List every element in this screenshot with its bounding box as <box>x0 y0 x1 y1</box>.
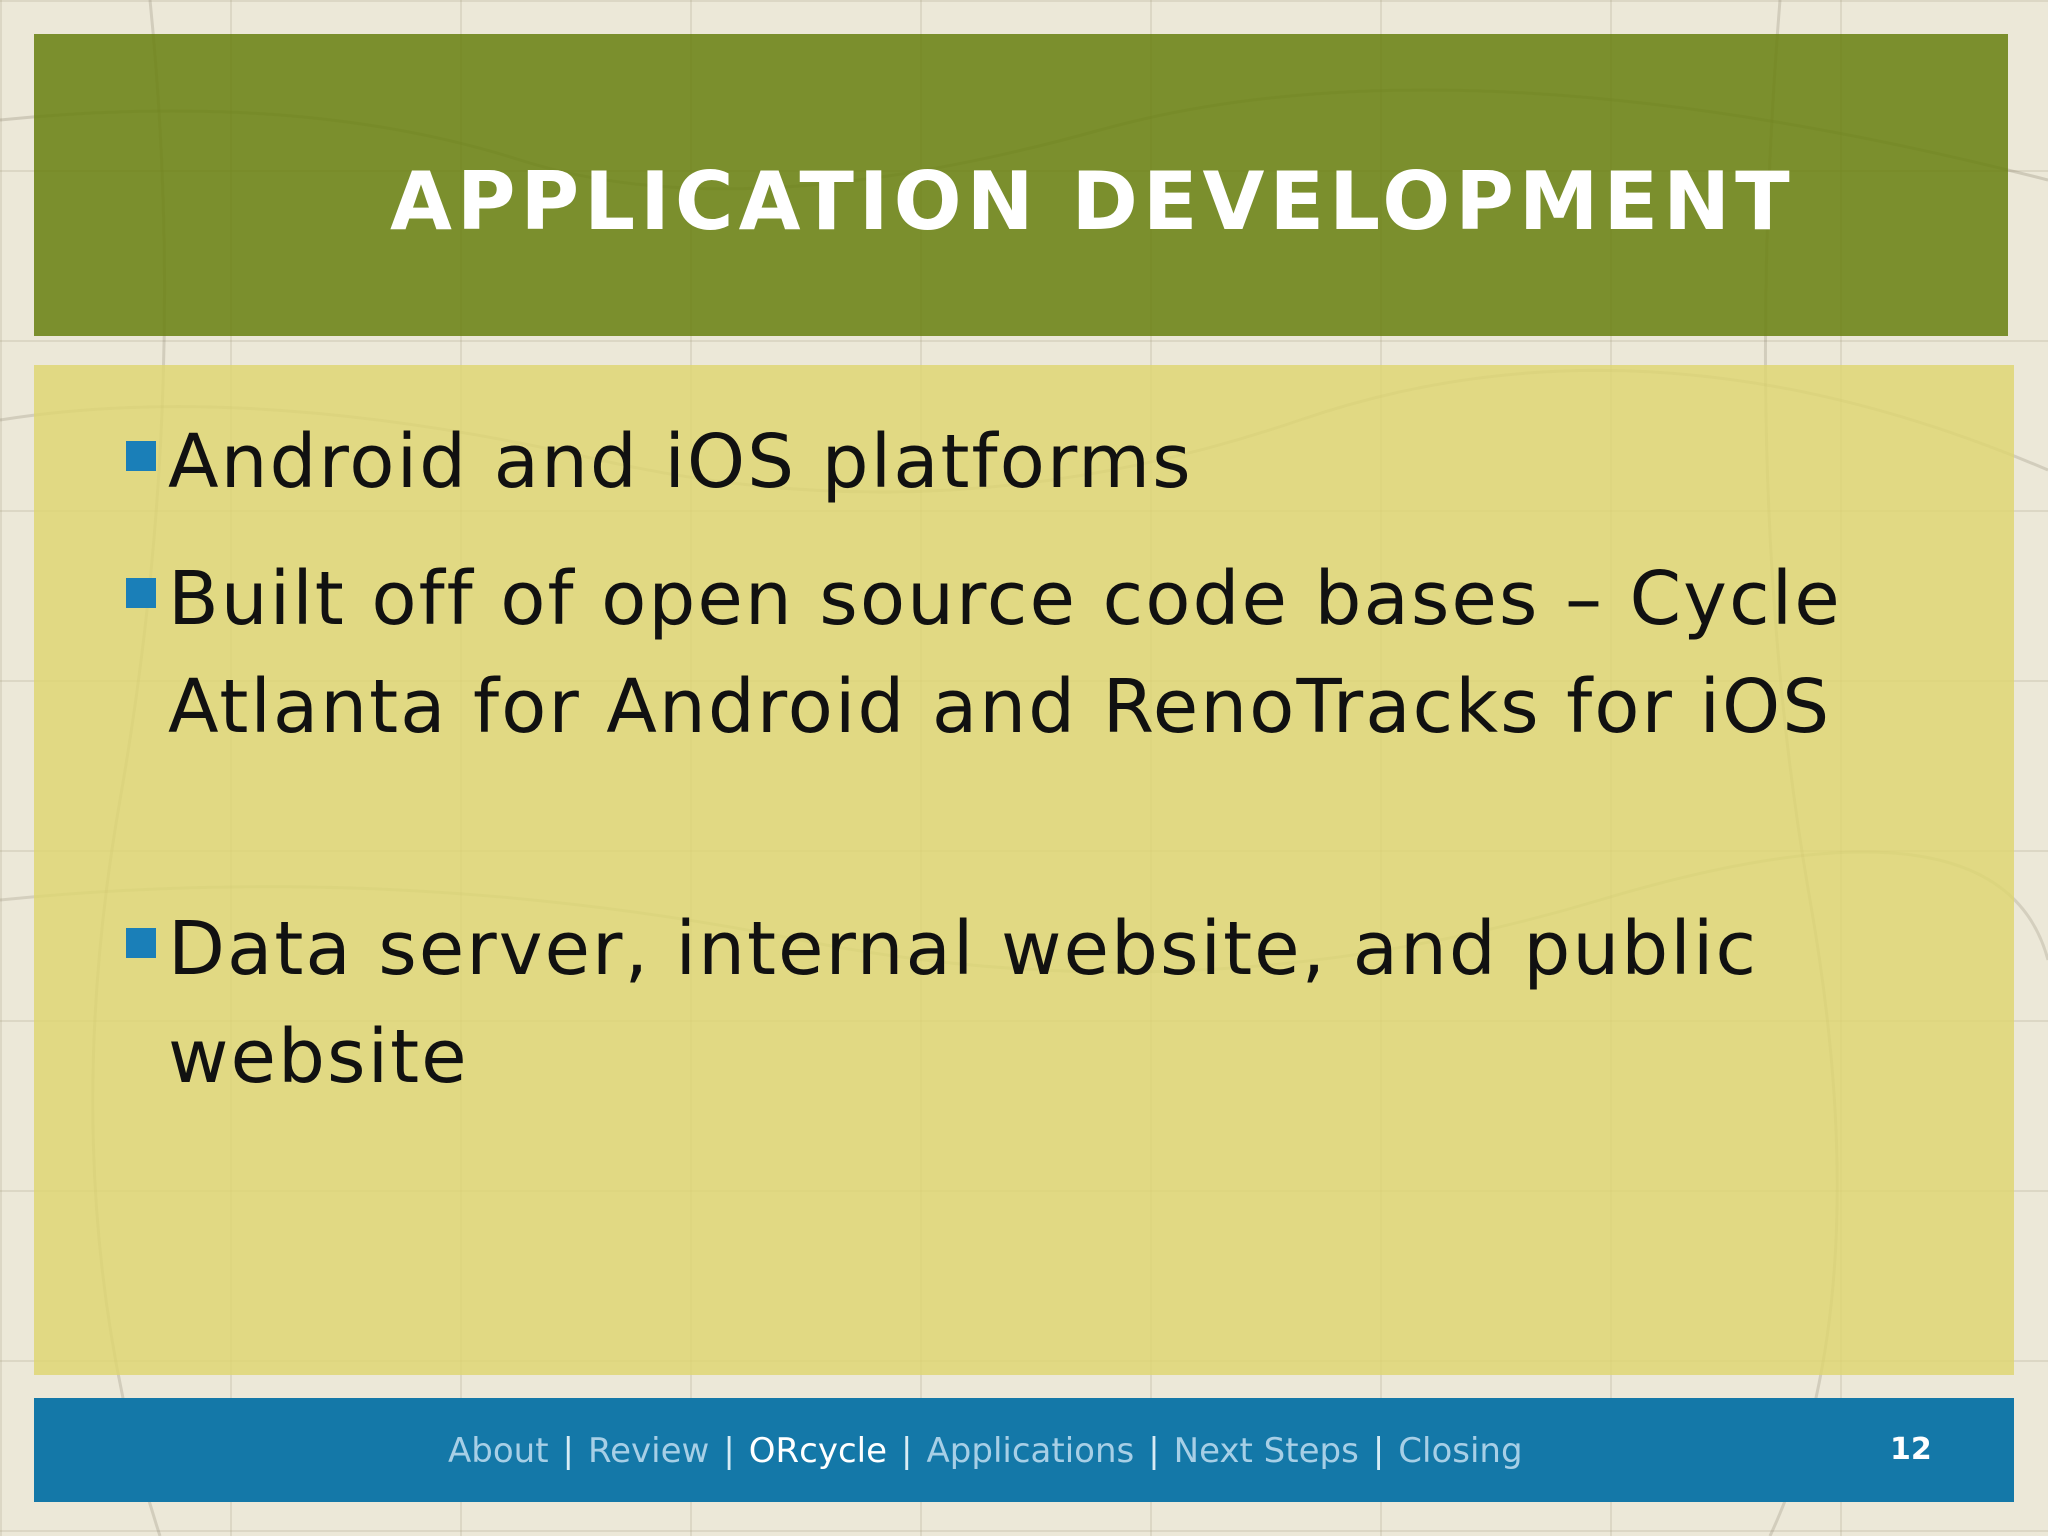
nav-separator: | <box>562 1431 574 1471</box>
square-bullet-icon <box>126 578 156 608</box>
nav-separator: | <box>1372 1431 1385 1471</box>
footer-nav: About | Review | ORcycle | Applications … <box>448 1426 1523 1476</box>
nav-separator: | <box>723 1431 735 1471</box>
square-bullet-icon <box>126 928 156 958</box>
footer-nav-bar: About | Review | ORcycle | Applications … <box>34 1398 2014 1502</box>
square-bullet-icon <box>126 441 156 471</box>
bullet-text: Data server, internal website, and publi… <box>168 906 1759 1100</box>
nav-link-closing[interactable]: Closing <box>1398 1431 1522 1471</box>
nav-separator: | <box>901 1431 913 1471</box>
bullet-text: Built off of open source code bases – Cy… <box>168 556 1842 750</box>
bullet-item: Android and iOS platforms <box>126 408 2006 516</box>
nav-link-orcycle[interactable]: ORcycle <box>749 1431 887 1471</box>
slide-title: APPLICATION DEVELOPMENT <box>390 155 1795 248</box>
bullet-text: Android and iOS platforms <box>168 419 1193 505</box>
nav-link-next-steps[interactable]: Next Steps <box>1174 1431 1359 1471</box>
content-panel: Android and iOS platforms Built off of o… <box>34 365 2014 1375</box>
nav-separator: | <box>1148 1431 1160 1471</box>
nav-link-about[interactable]: About <box>448 1431 549 1471</box>
bullet-item: Data server, internal website, and publi… <box>126 895 2006 1111</box>
nav-link-review[interactable]: Review <box>588 1431 709 1471</box>
slide-page-number: 12 <box>1890 1432 1932 1467</box>
nav-link-applications[interactable]: Applications <box>927 1431 1135 1471</box>
bullet-item: Built off of open source code bases – Cy… <box>126 545 2006 761</box>
